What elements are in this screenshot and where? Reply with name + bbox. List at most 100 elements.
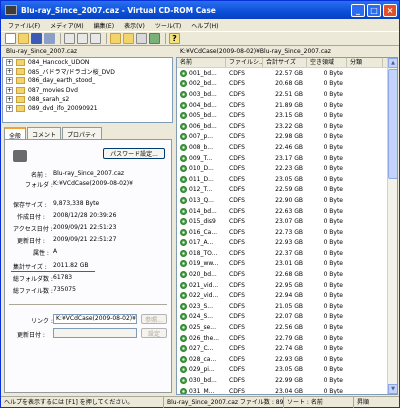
table-row[interactable]: 008_b... CDFS 22.46 GB 0 Byte	[177, 142, 397, 153]
toolbar-separator	[165, 33, 166, 44]
tree-item[interactable]: +086_day_earth_stood_	[3, 76, 172, 85]
table-row[interactable]: 015_dis9 CDFS 23.07 GB 0 Byte	[177, 216, 397, 227]
folder-up-icon[interactable]	[123, 33, 134, 44]
table-row[interactable]: 011_D... CDFS 23.05 GB 0 Byte	[177, 174, 397, 185]
maximize-button[interactable]: □	[367, 3, 381, 17]
table-row[interactable]: 007_p... CDFS 22.98 GB 0 Byte	[177, 132, 397, 143]
table-row[interactable]: 014_bd... CDFS 22.63 GB 0 Byte	[177, 206, 397, 217]
new-file-icon[interactable]	[5, 33, 16, 44]
table-row[interactable]: 028_ca... CDFS 22.93 GB 0 Byte	[177, 354, 397, 365]
title-bar[interactable]: Blu-ray_Since_2007.caz - Virtual CD-ROM …	[1, 1, 399, 19]
tree-item[interactable]: +084_Hancock_UDON	[3, 58, 172, 67]
table-row[interactable]: 010_D... CDFS 22.23 GB 0 Byte	[177, 163, 397, 174]
tree-item[interactable]: +088_sarah_s2	[3, 95, 172, 104]
scroll-down-icon[interactable]: ▼	[388, 384, 397, 394]
scroll-thumb[interactable]	[388, 69, 397, 179]
paste-icon[interactable]	[90, 33, 101, 44]
table-row[interactable]: 009_T... CDFS 23.17 GB 0 Byte	[177, 153, 397, 164]
table-row[interactable]: 029_pi... CDFS 23.05 GB 0 Byte	[177, 365, 397, 376]
table-row[interactable]: 023_S... CDFS 21.05 GB 0 Byte	[177, 301, 397, 312]
browse-button[interactable]: 参照...	[141, 314, 167, 324]
cut-icon[interactable]	[64, 33, 75, 44]
help-icon[interactable]: ?	[169, 33, 180, 44]
table-row[interactable]: 031_M... CDFS 23.04 GB 0 Byte	[177, 386, 397, 394]
column-filesystem[interactable]: ファイルシ...	[226, 58, 263, 67]
free-space-cell: 0 Byte	[323, 281, 343, 289]
close-button[interactable]: ×	[383, 3, 397, 17]
table-row[interactable]: 024_S... CDFS 22.07 GB 0 Byte	[177, 312, 397, 323]
column-category[interactable]: 分類	[347, 58, 383, 67]
properties-icon[interactable]	[136, 33, 147, 44]
filesystem-cell: CDFS	[229, 101, 245, 109]
table-row[interactable]: 002_bd... CDFS 20.68 GB 0 Byte	[177, 79, 397, 90]
table-row[interactable]: 003_bd... CDFS 22.51 GB 0 Byte	[177, 89, 397, 100]
table-row[interactable]: 019_ww... CDFS 23.01 GB 0 Byte	[177, 259, 397, 270]
expand-icon[interactable]: +	[6, 59, 13, 67]
table-row[interactable]: 020_bd... CDFS 22.68 GB 0 Byte	[177, 269, 397, 280]
tree-item[interactable]: +085_バドラマ/ドラゴン桜_DVD	[3, 67, 172, 76]
update-date-field[interactable]	[53, 328, 137, 338]
vertical-scrollbar[interactable]: ▲ ▼	[387, 58, 397, 394]
file-name-cell: 022_vid...	[177, 292, 226, 300]
accessed-label: アクセス日付 :	[13, 226, 53, 233]
menu-tools[interactable]: ツール(T)	[150, 21, 186, 30]
folder-icon[interactable]	[110, 33, 121, 44]
expand-icon[interactable]: +	[6, 77, 13, 85]
expand-icon[interactable]: +	[6, 95, 13, 103]
menu-edit[interactable]: 編集(E)	[89, 21, 119, 30]
disc-icon	[180, 165, 187, 173]
expand-icon[interactable]: +	[6, 105, 13, 113]
free-space-cell: 0 Byte	[323, 355, 343, 363]
tab-properties[interactable]: プロパティ	[62, 127, 102, 139]
menu-help[interactable]: ヘルプ(H)	[186, 21, 223, 30]
menu-file[interactable]: ファイル(F)	[3, 21, 45, 30]
column-free-space[interactable]: 空き領域	[307, 58, 347, 67]
table-row[interactable]: 030_bd... CDFS 22.99 GB 0 Byte	[177, 375, 397, 386]
table-row[interactable]: 018_TO... CDFS 22.37 GB 0 Byte	[177, 248, 397, 259]
save-icon[interactable]	[31, 33, 42, 44]
scroll-up-icon[interactable]: ▲	[388, 58, 397, 68]
disc-icon	[180, 355, 187, 363]
open-folder-icon[interactable]	[18, 33, 29, 44]
disc-icon	[180, 313, 187, 321]
file-name-cell: 027_C...	[177, 345, 226, 353]
total-size-cell: 22.68 GB	[275, 271, 303, 279]
table-row[interactable]: 013_Q... CDFS 22.90 GB 0 Byte	[177, 195, 397, 206]
expand-icon[interactable]: +	[6, 68, 13, 76]
table-row[interactable]: 005_bd... CDFS 23.15 GB 0 Byte	[177, 110, 397, 121]
free-space-cell: 0 Byte	[323, 133, 343, 141]
table-row[interactable]: 022_vid... CDFS 22.94 GB 0 Byte	[177, 290, 397, 301]
table-row[interactable]: 026_the... CDFS 22.79 GB 0 Byte	[177, 333, 397, 344]
copy-icon[interactable]	[77, 33, 88, 44]
expand-icon[interactable]: +	[6, 86, 13, 94]
total-size-cell: 21.05 GB	[275, 302, 303, 310]
minimize-button[interactable]: _	[351, 3, 365, 17]
password-settings-button[interactable]: パスワード設定...	[103, 148, 165, 159]
total-size-cell: 22.56 GB	[275, 324, 303, 332]
table-row[interactable]: 004_bd... CDFS 21.89 GB 0 Byte	[177, 100, 397, 111]
tree-item[interactable]: +089_dvd_ifo_20090921	[3, 104, 172, 113]
column-total-size[interactable]: 合計サイズ	[263, 58, 307, 67]
table-row[interactable]: 012_T... CDFS 22.59 GB 0 Byte	[177, 185, 397, 196]
table-row[interactable]: 021_vid... CDFS 22.95 GB 0 Byte	[177, 280, 397, 291]
disc-icon	[180, 207, 187, 215]
set-button[interactable]: 設定	[141, 328, 167, 338]
link-field[interactable]: K:¥VCdCase(2009-08-02)¥Blu	[53, 314, 137, 324]
filesystem-cell: CDFS	[229, 302, 245, 310]
table-row[interactable]: 006_bd... CDFS 23.22 GB 0 Byte	[177, 121, 397, 132]
highlight-underline	[11, 271, 95, 272]
table-row[interactable]: 017_A... CDFS 22.93 GB 0 Byte	[177, 238, 397, 249]
tab-comment[interactable]: コメント	[27, 127, 62, 139]
table-row[interactable]: 027_C... CDFS 22.74 GB 0 Byte	[177, 343, 397, 354]
table-row[interactable]: 016_Ca... CDFS 22.73 GB 0 Byte	[177, 227, 397, 238]
total-size-cell: 20.68 GB	[275, 80, 303, 88]
tab-general[interactable]: 全般	[4, 127, 27, 140]
menu-media[interactable]: メディア(M)	[45, 21, 88, 30]
tree-item[interactable]: +087_movies Dvd	[3, 86, 172, 95]
view-icon[interactable]	[149, 33, 160, 44]
disk-icon[interactable]	[44, 33, 55, 44]
menu-view[interactable]: 表示(V)	[119, 21, 150, 30]
table-row[interactable]: 025_se... CDFS 22.56 GB 0 Byte	[177, 322, 397, 333]
table-row[interactable]: 001_bd... CDFS 22.57 GB 0 Byte	[177, 68, 397, 79]
column-name[interactable]: 名前	[177, 58, 226, 67]
